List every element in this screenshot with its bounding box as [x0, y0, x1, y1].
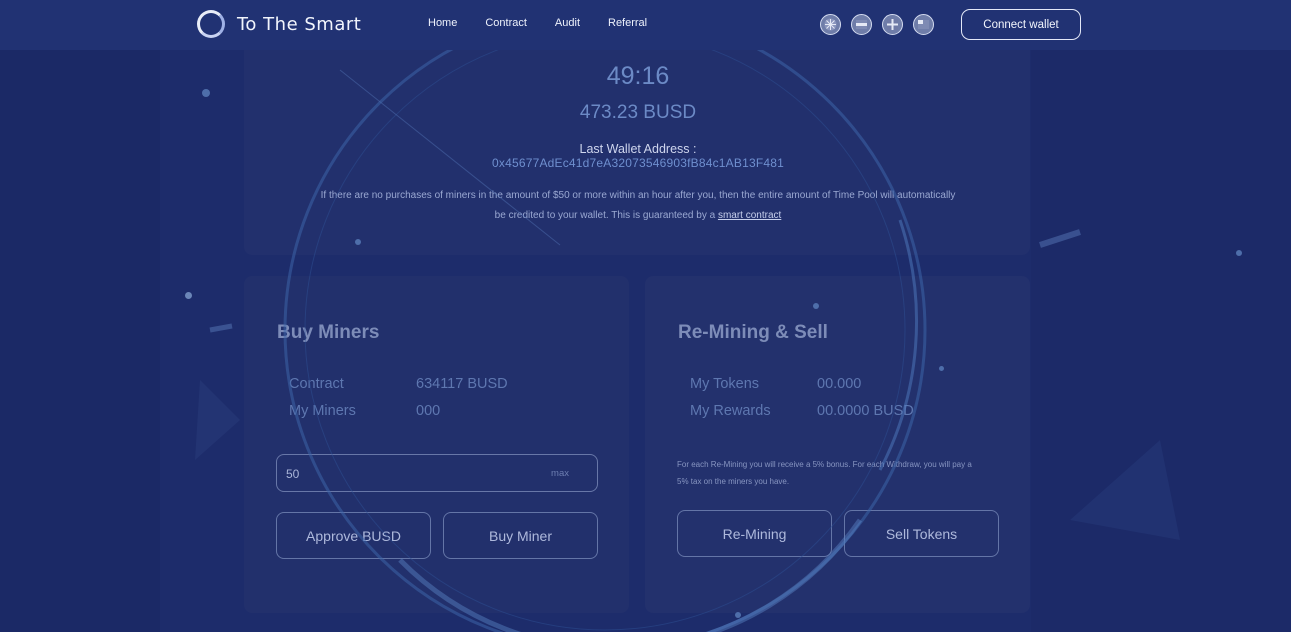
contract-value: 634117 BUSD	[416, 376, 508, 392]
remining-notice: For each Re-Mining you will receive a 5%…	[677, 460, 972, 486]
my-miners-value: 000	[416, 403, 441, 419]
my-tokens-label: My Tokens	[690, 376, 760, 392]
last-wallet-label: Last Wallet Address :	[579, 142, 697, 156]
nav-audit[interactable]: Audit	[555, 17, 580, 29]
contract-label: Contract	[289, 376, 344, 392]
nav-contract[interactable]: Contract	[485, 17, 527, 29]
my-rewards-label: My Rewards	[690, 403, 771, 419]
max-button[interactable]: max	[551, 468, 569, 479]
my-tokens-stat: My Tokens 00.000	[690, 376, 861, 392]
remining-sell-card: Re-Mining & Sell My Tokens 00.000 My Rew…	[645, 276, 1030, 613]
top-nav-bar: To The Smart Home Contract Audit Referra…	[0, 0, 1291, 50]
last-wallet-address: 0x45677AdEc41d7eA32073546903fB84c1AB13F4…	[492, 156, 784, 170]
buy-miners-card: Buy Miners Contract 634117 BUSD My Miner…	[244, 276, 629, 613]
flag-4-icon[interactable]	[913, 14, 934, 35]
pool-notice: If there are no purchases of miners in t…	[320, 186, 956, 226]
particle	[355, 239, 361, 245]
contract-stat: Contract 634117 BUSD	[289, 376, 508, 392]
connect-wallet-button[interactable]: Connect wallet	[961, 9, 1081, 40]
brand-name: To The Smart	[237, 13, 362, 35]
remining-sell-title: Re-Mining & Sell	[678, 322, 828, 343]
nav-referral[interactable]: Referral	[608, 17, 647, 29]
flag-2-icon[interactable]	[851, 14, 872, 35]
amount-input-value: 50	[286, 467, 300, 481]
pool-amount: 473.23 BUSD	[579, 102, 697, 123]
main-nav: Home Contract Audit Referral	[428, 17, 675, 29]
language-switcher	[820, 14, 934, 35]
pool-timer: 49:16	[606, 62, 670, 90]
my-miners-stat: My Miners 000	[289, 403, 440, 419]
my-tokens-value: 00.000	[817, 376, 862, 392]
amount-input[interactable]: 50 max	[276, 454, 598, 492]
my-miners-label: My Miners	[289, 403, 356, 419]
flag-1-icon[interactable]	[820, 14, 841, 35]
particle	[202, 89, 210, 97]
particle	[185, 292, 192, 299]
approve-busd-button[interactable]: Approve BUSD	[276, 512, 431, 559]
buy-miner-button[interactable]: Buy Miner	[443, 512, 598, 559]
smart-contract-link[interactable]: smart contract	[718, 210, 781, 221]
flag-3-icon[interactable]	[882, 14, 903, 35]
re-mining-button[interactable]: Re-Mining	[677, 510, 832, 557]
particle	[939, 366, 944, 371]
background-panel-left	[0, 50, 160, 632]
nav-home[interactable]: Home	[428, 17, 457, 29]
my-rewards-value: 00.0000 BUSD	[817, 403, 914, 419]
particle	[1236, 250, 1242, 256]
logo-ring-icon	[197, 10, 225, 38]
background-panel-right	[1031, 50, 1291, 632]
buy-miners-title: Buy Miners	[277, 322, 380, 343]
my-rewards-stat: My Rewards 00.0000 BUSD	[690, 403, 914, 419]
brand-logo[interactable]: To The Smart	[197, 10, 361, 38]
particle	[735, 612, 741, 618]
particle	[813, 303, 819, 309]
pool-notice-text: If there are no purchases of miners in t…	[320, 190, 956, 221]
sell-tokens-button[interactable]: Sell Tokens	[844, 510, 999, 557]
